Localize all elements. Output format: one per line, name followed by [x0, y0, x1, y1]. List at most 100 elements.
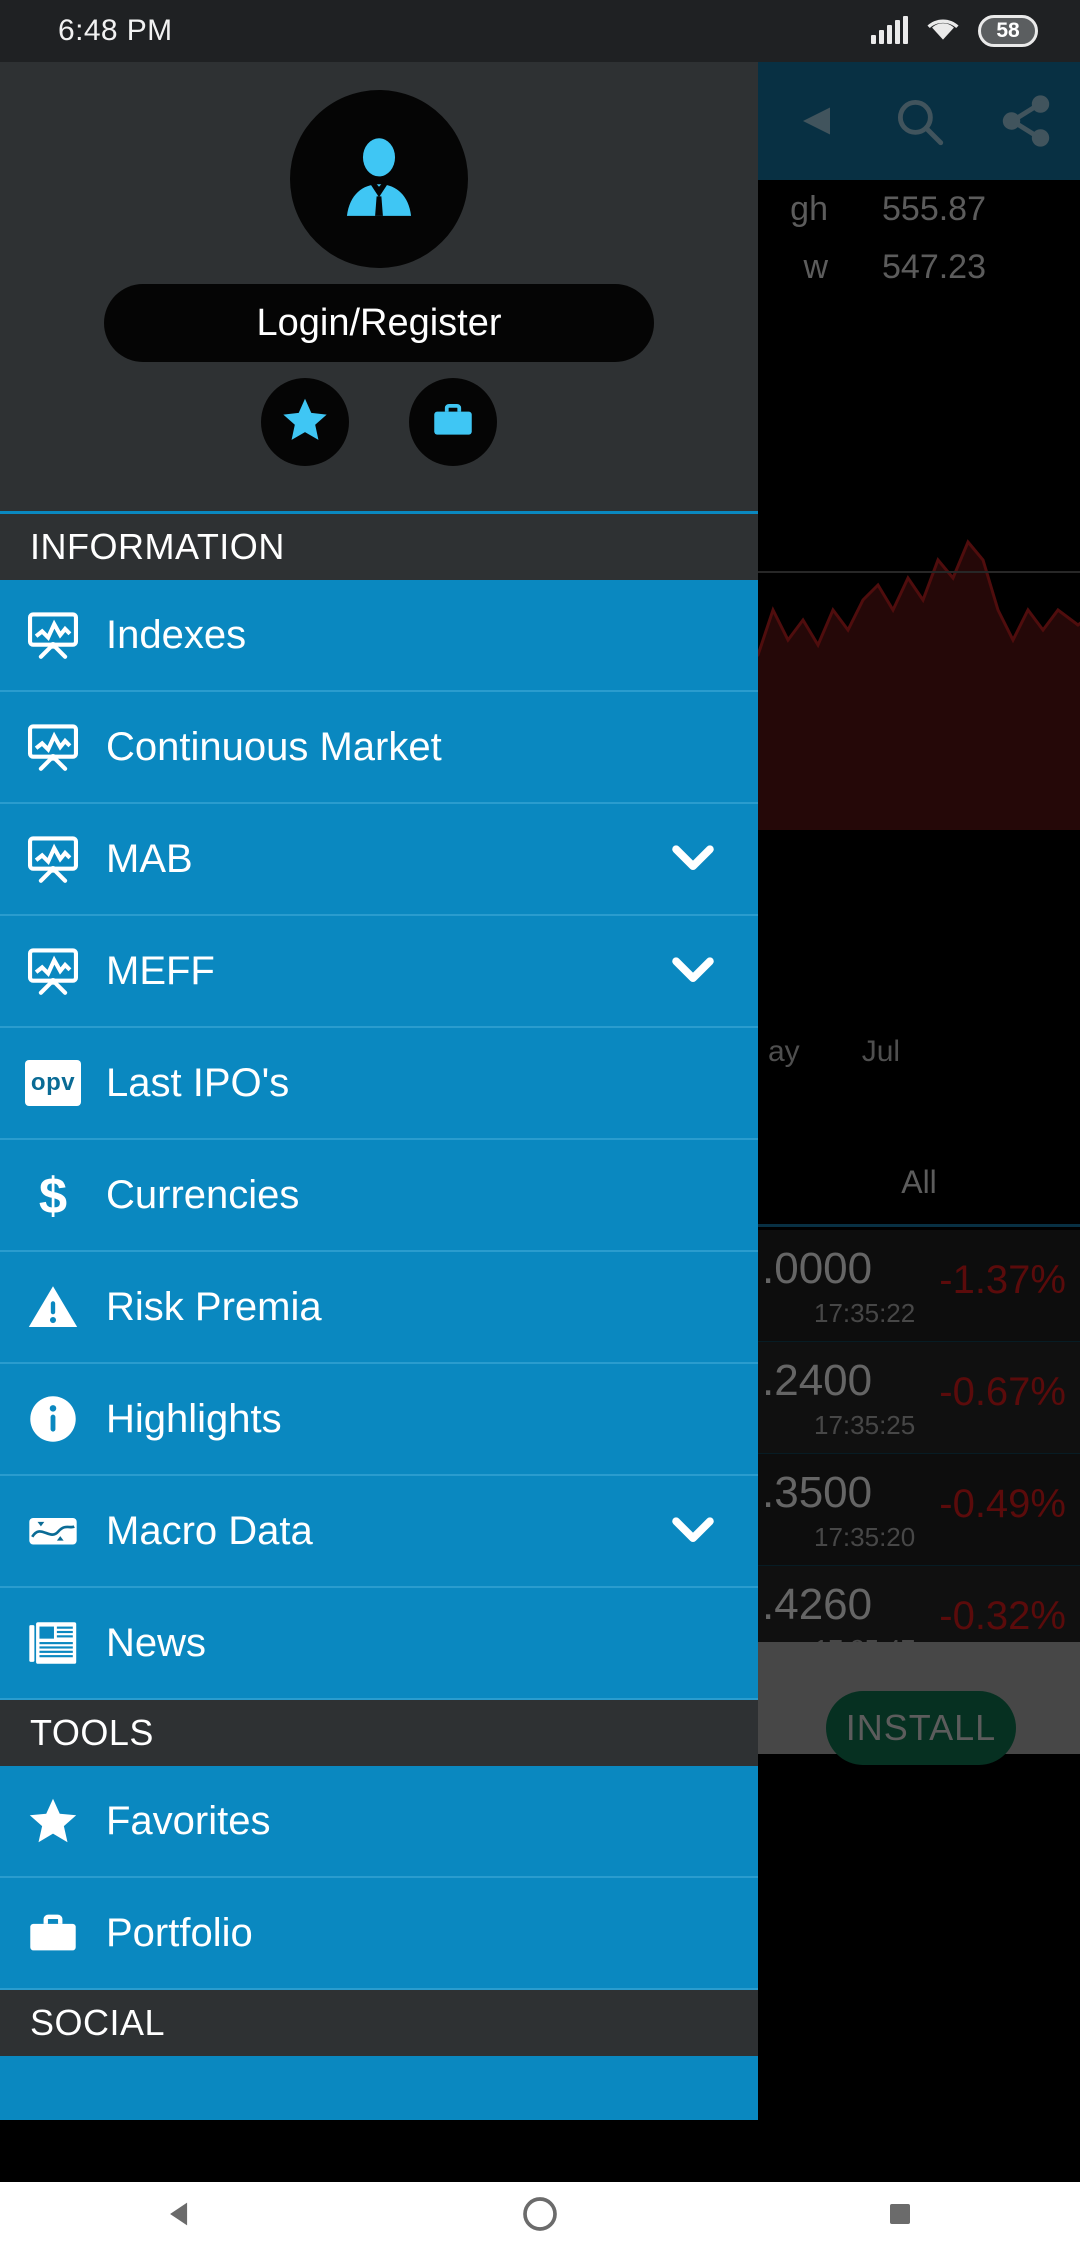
install-label: INSTALL — [845, 1707, 997, 1748]
status-time: 6:48 PM — [58, 14, 173, 47]
row-change: -0.67% — [939, 1370, 1066, 1414]
sidebar-item-label: Highlights — [106, 1396, 282, 1441]
nav-home-circle-icon[interactable] — [480, 2182, 600, 2246]
status-indicators: 58 — [871, 15, 1038, 48]
sidebar-item-currencies[interactable]: $ Currencies — [0, 1140, 758, 1252]
sidebar-item-social-placeholder[interactable] — [0, 2056, 758, 2120]
background-quote-list: .0000 17:35:22 -1.37% .2400 17:35:25 -0.… — [758, 1230, 1080, 1678]
sidebar-item-label: Last IPO's — [106, 1060, 290, 1105]
sidebar-item-last-ipos[interactable]: opv Last IPO's — [0, 1028, 758, 1140]
section-header-social: SOCIAL — [0, 1990, 758, 2056]
background-appbar — [758, 62, 1080, 180]
back-arrow-icon[interactable] — [758, 62, 865, 180]
background-quote-panel: gh 555.87 w 547.23 — [758, 180, 1080, 310]
quote-low-label: w — [803, 247, 828, 286]
navigation-drawer: Login/Register INFORMATION Indexes Conti… — [0, 62, 758, 2120]
range-all-label: All — [901, 1163, 937, 1200]
nav-back-triangle-icon[interactable] — [120, 2182, 240, 2246]
system-navigation-bar — [0, 2182, 1080, 2246]
sidebar-item-label: MAB — [106, 836, 193, 881]
chevron-down-icon[interactable] — [664, 828, 722, 891]
section-title: INFORMATION — [30, 526, 285, 567]
sidebar-item-mab[interactable]: MAB — [0, 804, 758, 916]
sidebar-item-label: Portfolio — [106, 1910, 253, 1955]
sidebar-item-continuous-market[interactable]: Continuous Market — [0, 692, 758, 804]
phone-screen: gh 555.87 w 547.23 ay Jul All .0000 17:3… — [0, 0, 1080, 2246]
install-button[interactable]: INSTALL — [826, 1691, 1016, 1765]
row-time: 17:35:22 — [814, 1298, 916, 1328]
row-price: .2400 — [762, 1356, 873, 1405]
macro-wave-icon — [0, 1502, 106, 1560]
section-title: TOOLS — [30, 1712, 154, 1753]
chart-screen-icon — [0, 718, 106, 776]
sidebar-item-label: MEFF — [106, 948, 215, 993]
user-avatar-icon[interactable] — [290, 90, 468, 268]
login-register-label: Login/Register — [256, 301, 502, 344]
quote-high-label: gh — [790, 189, 828, 228]
status-bar: 6:48 PM 58 — [0, 0, 1080, 62]
month-tick-1: Jul — [861, 1035, 901, 1068]
chart-screen-icon — [0, 606, 106, 664]
warning-triangle-icon — [0, 1278, 106, 1336]
opv-badge-text: opv — [25, 1060, 81, 1106]
chart-month-ticks: ay Jul — [758, 1027, 1080, 1077]
search-icon[interactable] — [865, 62, 972, 180]
row-price: .4260 — [762, 1580, 873, 1629]
svg-text:$: $ — [39, 1167, 67, 1224]
table-row[interactable]: .0000 17:35:22 -1.37% — [758, 1230, 1080, 1342]
favorites-shortcut-button[interactable] — [261, 378, 349, 466]
info-circle-icon — [0, 1390, 106, 1448]
sidebar-item-meff[interactable]: MEFF — [0, 916, 758, 1028]
row-price: .0000 — [762, 1244, 873, 1293]
sidebar-item-macro-data[interactable]: Macro Data — [0, 1476, 758, 1588]
row-price: .3500 — [762, 1468, 873, 1517]
month-tick-0: ay — [768, 1035, 800, 1068]
quote-low-row: w 547.23 — [758, 238, 1080, 296]
quote-high-value: 555.87 — [882, 189, 986, 228]
range-all-button[interactable]: All — [758, 1152, 1080, 1212]
sidebar-item-news[interactable]: News — [0, 1588, 758, 1700]
sidebar-item-portfolio[interactable]: Portfolio — [0, 1878, 758, 1990]
portfolio-shortcut-button[interactable] — [409, 378, 497, 466]
row-change: -1.37% — [939, 1258, 1066, 1302]
background-price-chart — [758, 310, 1080, 830]
table-row[interactable]: .2400 17:35:25 -0.67% — [758, 1342, 1080, 1454]
table-row[interactable]: .3500 17:35:20 -0.49% — [758, 1454, 1080, 1566]
section-title: SOCIAL — [30, 2002, 166, 2043]
chart-screen-icon — [0, 942, 106, 1000]
newspaper-icon — [0, 1614, 106, 1672]
sidebar-item-label: Macro Data — [106, 1508, 313, 1553]
section-header-information: INFORMATION — [0, 514, 758, 580]
nav-recents-square-icon[interactable] — [840, 2182, 960, 2246]
sidebar-item-label: Currencies — [106, 1172, 300, 1217]
sidebar-item-label: Continuous Market — [106, 724, 442, 769]
wifi-icon — [926, 15, 960, 48]
row-change: -0.32% — [939, 1594, 1066, 1638]
row-time: 17:35:25 — [814, 1410, 916, 1440]
star-icon — [0, 1792, 106, 1850]
sidebar-item-indexes[interactable]: Indexes — [0, 580, 758, 692]
dollar-icon: $ — [0, 1166, 106, 1224]
sidebar-item-highlights[interactable]: Highlights — [0, 1364, 758, 1476]
opv-badge-icon: opv — [0, 1060, 106, 1106]
sidebar-item-favorites[interactable]: Favorites — [0, 1766, 758, 1878]
share-icon[interactable] — [972, 62, 1079, 180]
chevron-down-icon[interactable] — [664, 1500, 722, 1563]
sidebar-item-label: Risk Premia — [106, 1284, 322, 1329]
signal-bars-icon — [871, 16, 908, 44]
login-register-button[interactable]: Login/Register — [104, 284, 654, 362]
quote-low-value: 547.23 — [882, 247, 986, 286]
sidebar-item-label: Favorites — [106, 1798, 271, 1843]
sidebar-item-risk-premia[interactable]: Risk Premia — [0, 1252, 758, 1364]
sidebar-item-label: News — [106, 1620, 207, 1665]
battery-icon: 58 — [978, 15, 1038, 47]
briefcase-icon — [0, 1904, 106, 1962]
list-top-rule — [758, 1224, 1080, 1227]
row-time: 17:35:20 — [814, 1522, 916, 1552]
battery-level: 58 — [996, 19, 1020, 42]
star-icon — [279, 394, 331, 451]
chart-screen-icon — [0, 830, 106, 888]
chevron-down-icon[interactable] — [664, 940, 722, 1003]
sidebar-item-label: Indexes — [106, 612, 247, 657]
briefcase-icon — [428, 395, 478, 450]
